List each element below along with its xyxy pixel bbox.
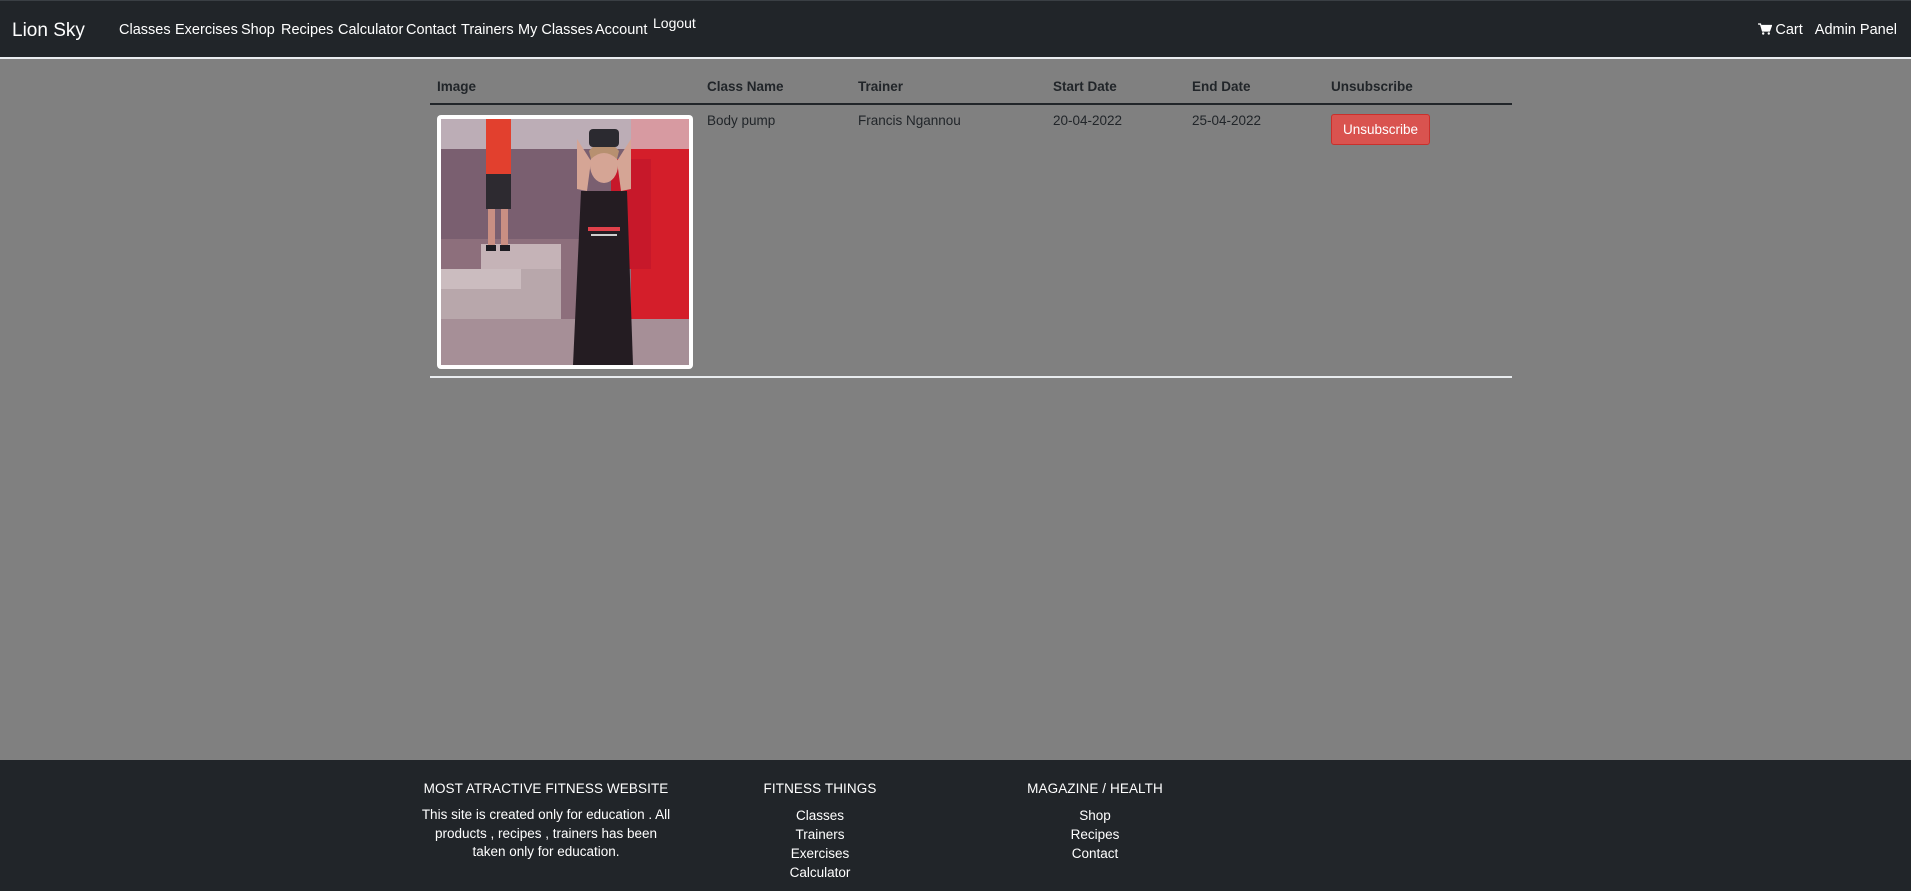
footer-col-fitness: FITNESS THINGS Classes Trainers Exercise… xyxy=(739,781,901,882)
footer-link-trainers[interactable]: Trainers xyxy=(739,825,901,844)
footer-col-about: MOST ATRACTIVE FITNESS WEBSITE This site… xyxy=(420,781,672,862)
header-unsubscribe: Unsubscribe xyxy=(1324,70,1512,105)
footer-col-magazine: MAGAZINE / HEALTH Shop Recipes Contact xyxy=(1014,781,1176,863)
footer-link-calculator[interactable]: Calculator xyxy=(739,863,901,882)
nav-right: Cart Admin Panel xyxy=(1758,22,1897,38)
nav-contact[interactable]: Contact xyxy=(406,22,456,38)
header-class-name: Class Name xyxy=(700,70,851,105)
nav-calculator[interactable]: Calculator xyxy=(338,22,403,38)
table-header-row: Image Class Name Trainer Start Date End … xyxy=(430,70,1512,105)
footer-link-exercises[interactable]: Exercises xyxy=(739,844,901,863)
unsubscribe-cell: Unsubscribe xyxy=(1324,104,1512,378)
nav-my-classes[interactable]: My Classes xyxy=(518,22,593,38)
start-date-cell: 20-04-2022 xyxy=(1046,104,1185,378)
class-image xyxy=(437,115,693,369)
unsubscribe-button[interactable]: Unsubscribe xyxy=(1331,114,1431,145)
footer-magazine-title: MAGAZINE / HEALTH xyxy=(1027,781,1163,796)
trainer-cell: Francis Ngannou xyxy=(851,104,1046,378)
cart-label: Cart xyxy=(1775,22,1803,38)
nav-trainers[interactable]: Trainers xyxy=(461,22,514,38)
footer-link-recipes[interactable]: Recipes xyxy=(1014,825,1176,844)
table-row: Body pump Francis Ngannou 20-04-2022 25-… xyxy=(430,104,1512,378)
top-navbar: Lion Sky Classes Exercises Shop Recipes … xyxy=(0,0,1911,59)
class-name-cell: Body pump xyxy=(700,104,851,378)
my-classes-table-wrap: Image Class Name Trainer Start Date End … xyxy=(430,70,1512,378)
nav-exercises[interactable]: Exercises xyxy=(175,22,238,38)
image-cell xyxy=(430,104,700,378)
header-start-date: Start Date xyxy=(1046,70,1185,105)
header-trainer: Trainer xyxy=(851,70,1046,105)
shopping-cart-icon xyxy=(1758,23,1773,35)
footer-about-title: MOST ATRACTIVE FITNESS WEBSITE xyxy=(423,781,669,796)
cart-link[interactable]: Cart xyxy=(1758,22,1806,38)
nav-shop[interactable]: Shop xyxy=(241,22,275,38)
footer-link-contact[interactable]: Contact xyxy=(1014,844,1176,863)
end-date-cell: 25-04-2022 xyxy=(1185,104,1324,378)
my-classes-table: Image Class Name Trainer Start Date End … xyxy=(430,70,1512,378)
footer-about-text: This site is created only for education … xyxy=(421,807,671,859)
footer-link-shop[interactable]: Shop xyxy=(1014,806,1176,825)
admin-panel-link[interactable]: Admin Panel xyxy=(1815,22,1897,38)
nav-logout[interactable]: Logout xyxy=(653,15,696,31)
nav-account[interactable]: Account xyxy=(595,22,647,38)
class-photo-illustration xyxy=(441,119,689,365)
header-end-date: End Date xyxy=(1185,70,1324,105)
nav-recipes[interactable]: Recipes xyxy=(281,22,333,38)
footer-fitness-title: FITNESS THINGS xyxy=(763,781,877,796)
footer-link-classes[interactable]: Classes xyxy=(739,806,901,825)
header-image: Image xyxy=(430,70,700,105)
footer: MOST ATRACTIVE FITNESS WEBSITE This site… xyxy=(0,760,1911,891)
nav-classes[interactable]: Classes xyxy=(119,22,171,38)
brand-link[interactable]: Lion Sky xyxy=(12,20,85,42)
